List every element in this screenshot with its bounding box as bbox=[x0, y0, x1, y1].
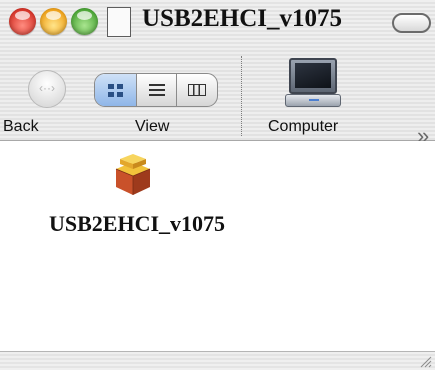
computer-label: Computer bbox=[268, 118, 339, 135]
toolbar: ‹··› » bbox=[0, 48, 435, 147]
computer-icon bbox=[289, 58, 337, 94]
list-view-icon[interactable] bbox=[137, 74, 177, 106]
icon-view-icon[interactable] bbox=[95, 74, 137, 106]
file-browser-content[interactable]: USB2EHCI_v1075 bbox=[0, 141, 435, 351]
resize-grip-icon[interactable] bbox=[418, 354, 432, 368]
finder-window: USB2EHCI_v1075 ‹··› » Back View Computer… bbox=[0, 0, 435, 370]
back-arrow-icon: ‹··› bbox=[39, 81, 55, 95]
back-label: Back bbox=[3, 118, 39, 135]
minimize-icon[interactable] bbox=[40, 8, 67, 35]
column-view-icon[interactable] bbox=[177, 74, 217, 106]
toolbar-separator bbox=[241, 56, 242, 136]
toolbar-toggle-icon[interactable] bbox=[392, 13, 431, 33]
document-icon[interactable] bbox=[107, 7, 131, 37]
view-label: View bbox=[135, 118, 170, 135]
title-bar[interactable]: USB2EHCI_v1075 bbox=[0, 0, 435, 48]
zoom-icon[interactable] bbox=[71, 8, 98, 35]
computer-button[interactable] bbox=[285, 54, 341, 110]
window-title: USB2EHCI_v1075 bbox=[142, 5, 343, 32]
package-icon[interactable] bbox=[110, 153, 156, 199]
view-switcher[interactable] bbox=[94, 73, 218, 107]
status-bar bbox=[0, 351, 435, 370]
back-button[interactable]: ‹··› bbox=[28, 70, 66, 108]
package-label[interactable]: USB2EHCI_v1075 bbox=[49, 211, 225, 237]
close-icon[interactable] bbox=[9, 8, 36, 35]
